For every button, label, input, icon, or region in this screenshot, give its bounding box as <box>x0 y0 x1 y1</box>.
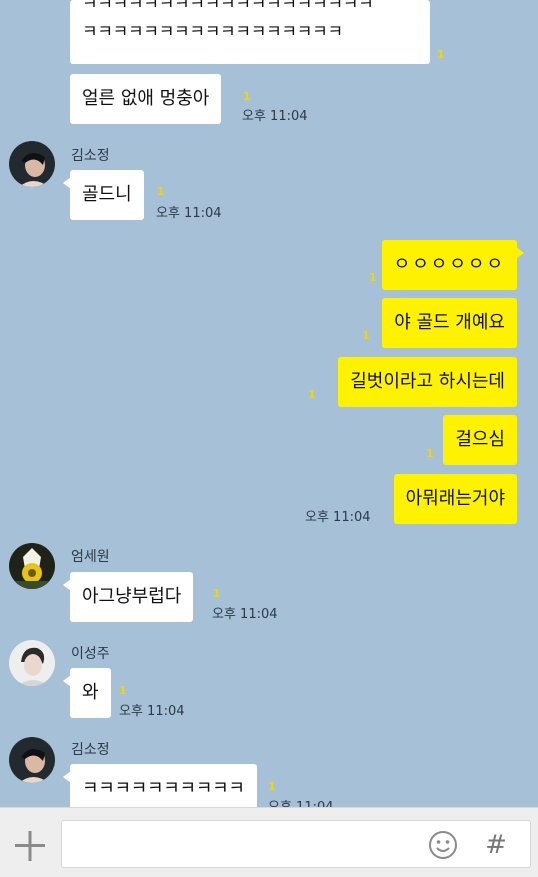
message-bubble[interactable]: ㅋㅋㅋㅋㅋㅋㅋㅋㅋㅋ <box>63 764 257 807</box>
message-text: ㅋㅋㅋㅋㅋㅋㅋㅋㅋㅋ <box>82 778 245 799</box>
message-time: 오후 11:04 <box>156 206 222 221</box>
unread-count: 1 <box>369 271 377 284</box>
message-time: 오후 11:04 <box>305 510 371 525</box>
message-bubble[interactable]: 골드니 <box>63 170 144 220</box>
message-bubble[interactable]: 길벗이라고 하시는데 <box>338 357 517 407</box>
avatar[interactable] <box>9 640 55 686</box>
unread-count: 1 <box>308 388 316 401</box>
emoji-button[interactable] <box>428 830 458 860</box>
message-bubble[interactable]: 얼른 없애 멍충아 <box>70 74 222 124</box>
sender-name: 김소정 <box>71 148 110 164</box>
add-button[interactable] <box>10 826 50 866</box>
message-text: 길벗이라고 하시는데 <box>350 371 505 392</box>
message-text: 아그냥부럽다 <box>82 586 182 607</box>
unread-count: 1 <box>213 587 221 600</box>
avatar[interactable] <box>9 543 55 589</box>
sender-name: 엄세원 <box>71 549 110 565</box>
message-bubble[interactable]: 야 골드 개예요 <box>382 298 517 348</box>
message-text: 와 <box>82 682 99 703</box>
avatar[interactable] <box>9 141 55 187</box>
input-bar: # <box>0 807 538 877</box>
message-time: 오후 11:04 <box>268 796 334 807</box>
sender-name: 김소정 <box>71 742 110 758</box>
avatar-image <box>9 640 55 686</box>
avatar-image <box>9 141 55 187</box>
unread-count: 1 <box>243 90 251 103</box>
message-text: 걸으심 <box>455 429 505 450</box>
message-bubble[interactable]: ㅇㅇㅇㅇㅇㅇ <box>381 240 525 290</box>
plus-icon <box>15 831 45 861</box>
message-text: 아뭐래는거야 <box>405 488 505 509</box>
unread-count: 1 <box>119 684 127 697</box>
hashtag-icon: # <box>485 830 507 860</box>
avatar-image <box>9 543 55 589</box>
message-time: 오후 11:04 <box>242 109 308 124</box>
avatar-image <box>9 737 55 783</box>
unread-count: 1 <box>426 447 434 460</box>
message-bubble[interactable]: 걸으심 <box>443 415 517 465</box>
unread-count: 1 <box>437 48 445 61</box>
message-input[interactable] <box>61 820 531 868</box>
sender-name: 이성주 <box>71 646 110 662</box>
message-bubble[interactable]: ㅋㅋㅋㅋㅋㅋㅋㅋㅋㅋㅋㅋㅋㅋㅋㅋㅋㅋㅋ ㅋㅋㅋㅋㅋㅋㅋㅋㅋㅋㅋㅋㅋㅋㅋㅋㅋ <box>70 0 430 64</box>
smiley-icon <box>429 831 457 859</box>
hashtag-button[interactable]: # <box>484 828 508 862</box>
unread-count: 1 <box>157 185 165 198</box>
message-text: 야 골드 개예요 <box>394 312 505 333</box>
unread-count: 1 <box>268 780 276 793</box>
message-text: 얼른 없애 멍충아 <box>82 88 210 109</box>
message-bubble[interactable]: 아그냥부럽다 <box>62 572 194 622</box>
unread-count: 1 <box>362 329 370 342</box>
message-text: ㅇㅇㅇㅇㅇㅇ <box>393 254 505 275</box>
message-time: 오후 11:04 <box>119 704 185 719</box>
message-text: 골드니 <box>82 184 132 205</box>
avatar[interactable] <box>9 737 55 783</box>
chat-area[interactable]: ㅋㅋㅋㅋㅋㅋㅋㅋㅋㅋㅋㅋㅋㅋㅋㅋㅋㅋㅋ ㅋㅋㅋㅋㅋㅋㅋㅋㅋㅋㅋㅋㅋㅋㅋㅋㅋ 1 … <box>0 0 538 807</box>
message-line: ㅋㅋㅋㅋㅋㅋㅋㅋㅋㅋㅋㅋㅋㅋㅋㅋㅋ <box>82 22 343 42</box>
message-time: 오후 11:04 <box>212 607 278 622</box>
message-bubble[interactable]: 와 <box>63 668 111 718</box>
message-line: ㅋㅋㅋㅋㅋㅋㅋㅋㅋㅋㅋㅋㅋㅋㅋㅋㅋㅋㅋ <box>82 0 374 14</box>
message-bubble[interactable]: 아뭐래는거야 <box>393 474 517 524</box>
